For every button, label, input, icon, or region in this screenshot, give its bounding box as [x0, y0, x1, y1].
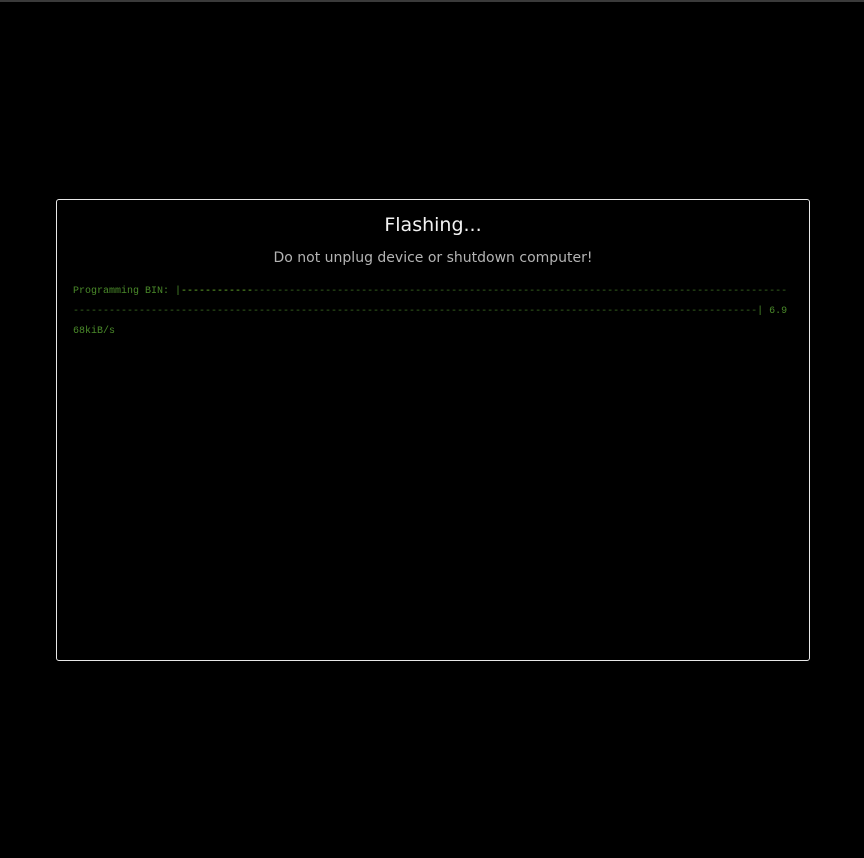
progress-bar-filled: ------------ [181, 286, 254, 297]
dialog-warning-text: Do not unplug device or shutdown compute… [273, 250, 593, 266]
flashing-dialog: Flashing... Do not unplug device or shut… [56, 199, 810, 661]
dialog-title: Flashing... [384, 214, 482, 236]
console-label: Programming BIN: [73, 286, 176, 297]
flash-console-output: Programming BIN: |----------------------… [73, 282, 793, 342]
window-top-edge [0, 0, 864, 2]
